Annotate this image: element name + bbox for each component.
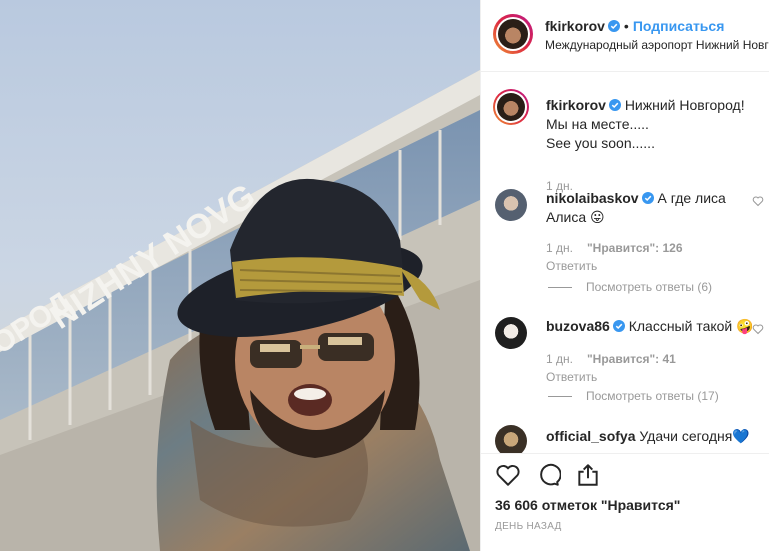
caption-text: fkirkorov Нижний Новгород! Мы на месте..…: [546, 96, 761, 153]
caption-line-3: See you soon......: [546, 135, 655, 151]
post-header: fkirkorov • Подписаться Международный аэро…: [481, 0, 769, 72]
caption-username[interactable]: fkirkorov: [546, 97, 606, 113]
comment-line-2: Алиса: [546, 209, 587, 225]
commenter-avatar[interactable]: [495, 317, 527, 349]
comment-username[interactable]: nikolaibaskov: [546, 190, 639, 206]
comment-line-1: Удачи сегодня: [639, 428, 733, 444]
commenter-avatar[interactable]: [495, 189, 527, 221]
post-timestamp[interactable]: ДЕНЬ НАЗАД: [495, 521, 562, 532]
verified-badge-icon: [641, 192, 654, 204]
comment-text: nikolaibaskov А где лиса Алиса 😛: [546, 189, 761, 227]
comment-line-1: А где лиса: [657, 190, 726, 206]
comment-username[interactable]: official_sofya: [546, 428, 635, 444]
post-photo[interactable]: NIZHNY NOVG ОРОД: [0, 0, 480, 551]
heart-icon[interactable]: [495, 462, 521, 488]
comment-likes-count[interactable]: "Нравится": 126: [587, 241, 683, 255]
separator-dot: •: [623, 18, 629, 34]
comment-like-heart-icon[interactable]: [752, 195, 764, 207]
comment-bubble-icon[interactable]: [535, 462, 561, 488]
author-username[interactable]: fkirkorov: [545, 18, 605, 34]
comment-time[interactable]: 1 дн.: [546, 241, 573, 255]
verified-badge-icon: [612, 320, 625, 332]
comment-likes-count[interactable]: "Нравится": 41: [587, 352, 676, 366]
location-link[interactable]: Международный аэропорт Нижний Новг: [545, 38, 769, 52]
verified-badge-icon: [608, 99, 621, 111]
header-line: fkirkorov • Подписаться: [545, 18, 724, 34]
author-avatar[interactable]: [496, 17, 530, 51]
comment-meta: 1 дн. "Нравится": 41: [546, 352, 676, 366]
verified-badge-icon: [607, 20, 620, 32]
emoji-tongue: 😛: [590, 209, 605, 225]
post-side-panel: fkirkorov • Подписаться Международный аэро…: [480, 0, 769, 551]
share-icon[interactable]: [575, 462, 601, 488]
comment-time[interactable]: 1 дн.: [546, 352, 573, 366]
comment-text: official_sofya Удачи сегодня💙: [546, 427, 761, 446]
reply-button[interactable]: Ответить: [546, 370, 597, 384]
view-replies-button[interactable]: Посмотреть ответы (17): [586, 389, 719, 403]
comment-line-1: Классный такой: [628, 318, 733, 334]
comment-username[interactable]: buzova86: [546, 318, 610, 334]
caption-line-2: Мы на месте.....: [546, 116, 649, 132]
selfie-photo-illustration: NIZHNY NOVG ОРОД: [0, 0, 480, 551]
post-modal: NIZHNY NOVG ОРОД fkirkorov • Подписаться…: [0, 0, 769, 551]
commenter-avatar[interactable]: [495, 425, 527, 453]
caption-line-1: Нижний Новгород!: [624, 97, 745, 113]
reply-button[interactable]: Ответить: [546, 259, 597, 273]
comment-like-heart-icon[interactable]: [752, 323, 764, 335]
view-replies-button[interactable]: Посмотреть ответы (6): [586, 280, 712, 294]
caption-author-avatar[interactable]: [495, 91, 527, 123]
follow-button[interactable]: Подписаться: [633, 18, 725, 34]
emoji-blue-heart: 💙: [732, 428, 750, 444]
comment-text: buzova86 Классный такой 🤪: [546, 317, 761, 336]
comment-meta: 1 дн. "Нравится": 126: [546, 241, 683, 255]
emoji-zany: 🤪: [736, 318, 754, 334]
likes-count[interactable]: 36 606 отметок "Нравится": [495, 497, 680, 513]
comments-list: fkirkorov Нижний Новгород! Мы на месте..…: [481, 73, 769, 453]
